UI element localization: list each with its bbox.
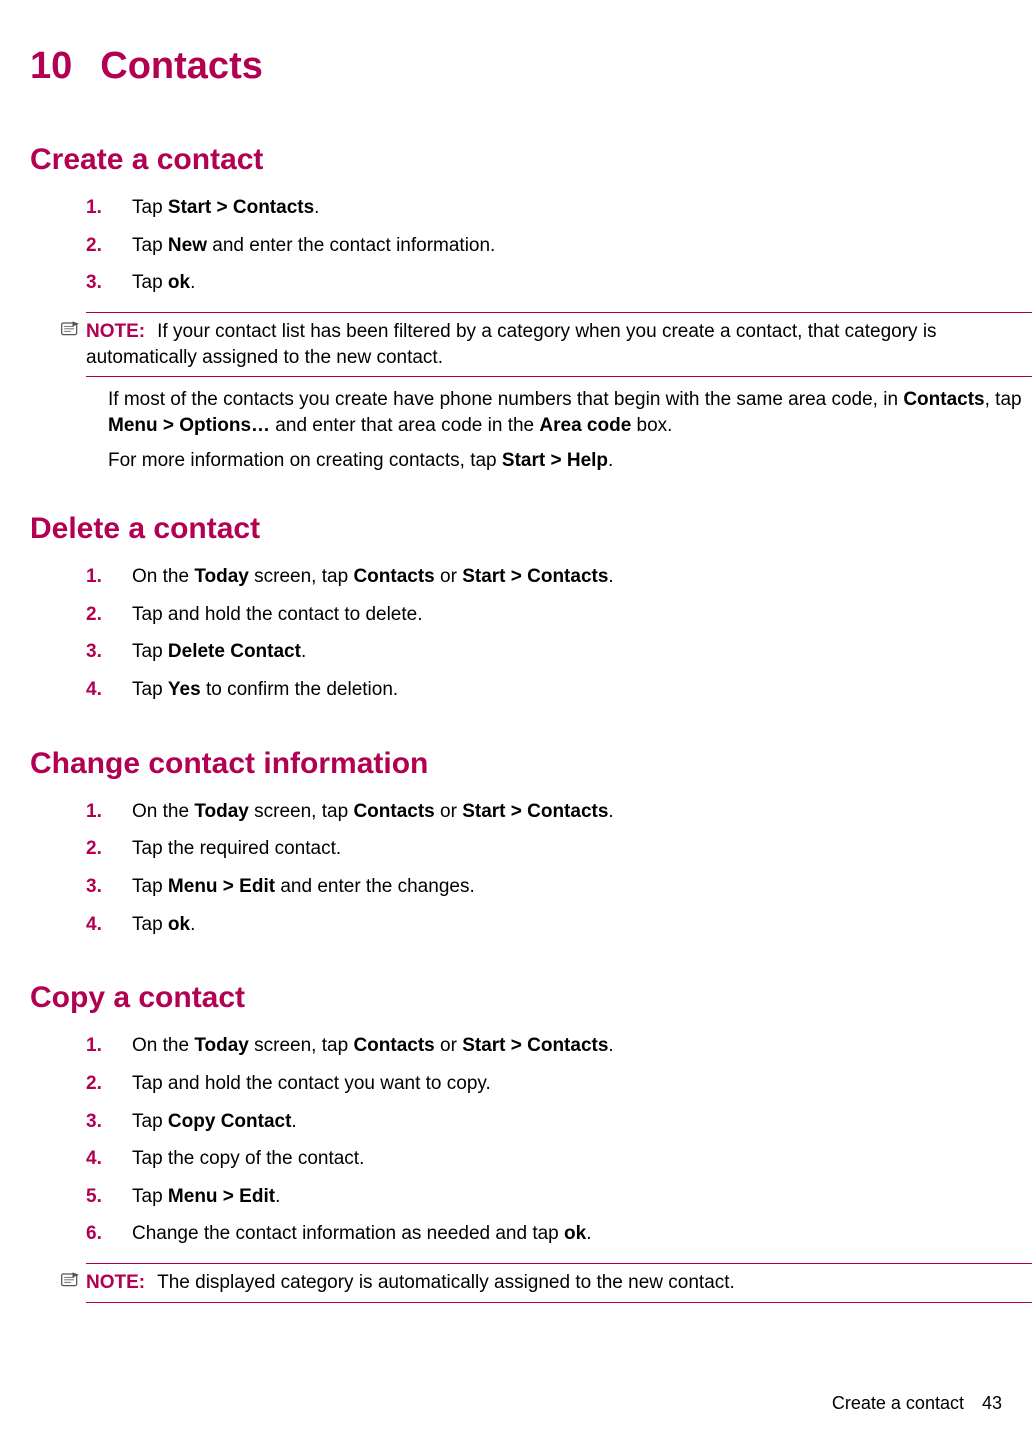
list-item: 4.Tap Yes to confirm the deletion. [86, 671, 1032, 709]
paragraph: For more information on creating contact… [108, 448, 1032, 474]
list-item: 6.Change the contact information as need… [86, 1215, 1032, 1253]
steps-change: 1.On the Today screen, tap Contacts or S… [86, 793, 1032, 944]
list-item: 3.Tap ok. [86, 264, 1032, 302]
note-label: NOTE: [86, 1272, 145, 1293]
steps-copy: 1.On the Today screen, tap Contacts or S… [86, 1027, 1032, 1253]
note-text: The displayed category is automatically … [157, 1272, 735, 1293]
page: 10 Contacts Create a contact 1.Tap Start … [0, 0, 1032, 1444]
list-item: 3.Tap Copy Contact. [86, 1103, 1032, 1141]
section-heading-delete: Delete a contact [30, 512, 1032, 546]
note-create: NOTE:If your contact list has been filte… [86, 312, 1032, 377]
list-item: 4.Tap ok. [86, 906, 1032, 944]
chapter-heading: 10 Contacts [30, 45, 1032, 88]
section-heading-create: Create a contact [30, 143, 1032, 177]
list-item: 1.On the Today screen, tap Contacts or S… [86, 793, 1032, 831]
section-heading-copy: Copy a contact [30, 981, 1032, 1015]
page-footer: Create a contact 43 [832, 1393, 1002, 1414]
list-item: 2.Tap and hold the contact you want to c… [86, 1065, 1032, 1103]
list-item: 2.Tap and hold the contact to delete. [86, 596, 1032, 634]
list-item: 1.Tap Start > Contacts. [86, 189, 1032, 227]
note-label: NOTE: [86, 321, 145, 342]
list-item: 5.Tap Menu > Edit. [86, 1178, 1032, 1216]
steps-create: 1.Tap Start > Contacts. 2.Tap New and en… [86, 189, 1032, 302]
note-copy: NOTE: The displayed category is automatic… [86, 1263, 1032, 1303]
note-icon [60, 1270, 80, 1296]
note-text: If your contact list has been filtered b… [86, 321, 937, 368]
section-heading-change: Change contact information [30, 747, 1032, 781]
list-item: 3.Tap Menu > Edit and enter the changes. [86, 868, 1032, 906]
list-item: 2.Tap the required contact. [86, 830, 1032, 868]
paragraph: If most of the contacts you create have … [108, 387, 1032, 438]
footer-section: Create a contact [832, 1393, 964, 1413]
note-icon [60, 319, 80, 345]
footer-page-number: 43 [982, 1393, 1002, 1413]
chapter-number: 10 [30, 45, 72, 88]
list-item: 1.On the Today screen, tap Contacts or S… [86, 558, 1032, 596]
chapter-title: Contacts [100, 45, 263, 87]
list-item: 4.Tap the copy of the contact. [86, 1140, 1032, 1178]
list-item: 1.On the Today screen, tap Contacts or S… [86, 1027, 1032, 1065]
steps-delete: 1.On the Today screen, tap Contacts or S… [86, 558, 1032, 709]
list-item: 3.Tap Delete Contact. [86, 633, 1032, 671]
list-item: 2.Tap New and enter the contact informat… [86, 227, 1032, 265]
